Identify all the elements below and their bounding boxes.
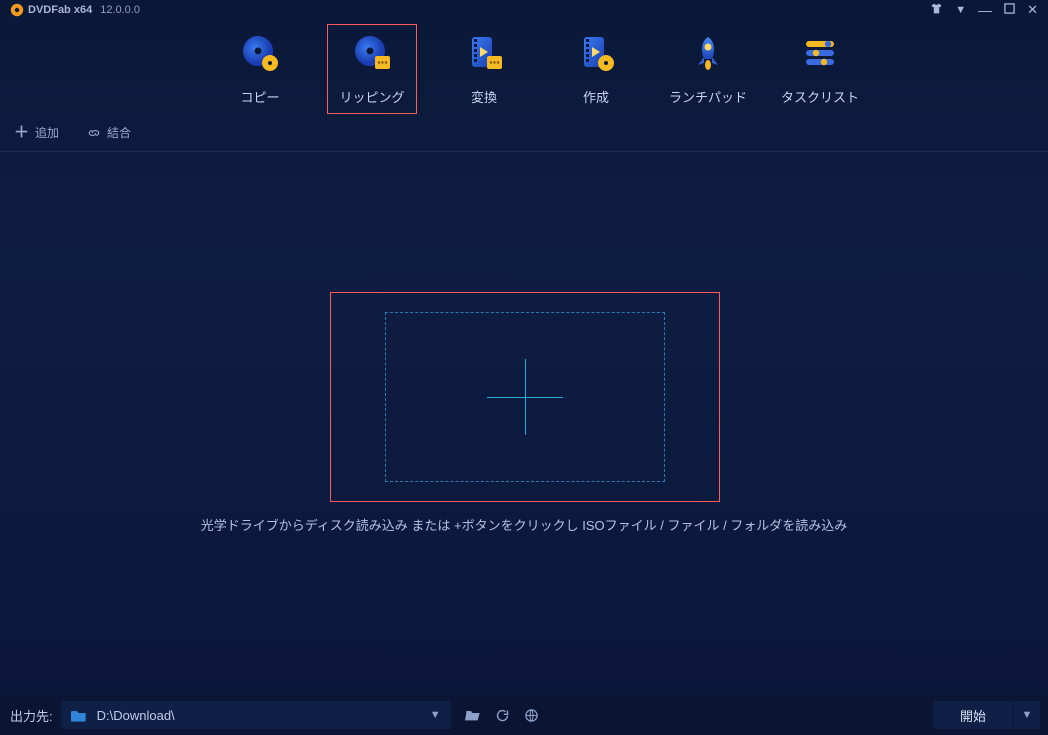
- tab-convert[interactable]: 変換: [439, 24, 529, 114]
- tab-label: コピー: [240, 87, 279, 106]
- refresh-icon[interactable]: [495, 708, 510, 723]
- open-folder-icon[interactable]: [465, 708, 481, 723]
- globe-icon[interactable]: [524, 708, 539, 723]
- dropdown-icon[interactable]: ▼: [955, 4, 966, 16]
- folder-icon: [71, 708, 87, 722]
- tab-launchpad[interactable]: ランチパッド: [663, 24, 753, 114]
- main-tabs: コピー リッピング: [0, 20, 1048, 114]
- minimize-icon[interactable]: —: [978, 2, 992, 18]
- output-label: 出力先:: [10, 706, 53, 725]
- tab-label: 作成: [583, 87, 609, 106]
- content-area: 光学ドライブからディスク読み込み または +ボタンをクリックし ISOファイル …: [0, 155, 1048, 695]
- plus-icon: ＋: [14, 125, 29, 140]
- film-convert-icon: [464, 33, 504, 73]
- start-label: 開始: [960, 706, 986, 725]
- tab-label: ランチパッド: [669, 87, 747, 106]
- tab-label: リッピング: [339, 87, 404, 106]
- plus-cross-icon: [525, 359, 526, 435]
- drop-zone[interactable]: [385, 312, 665, 482]
- output-extra-icons: [465, 708, 539, 723]
- tab-tasklist[interactable]: タスクリスト: [775, 24, 865, 114]
- tab-create[interactable]: 作成: [551, 24, 641, 114]
- sub-toolbar: ＋ 追加 結合: [0, 114, 1048, 152]
- tab-ripping[interactable]: リッピング: [327, 24, 417, 114]
- combine-label: 結合: [107, 124, 131, 141]
- dvdfab-logo-icon: [10, 3, 24, 17]
- add-button[interactable]: ＋ 追加: [14, 124, 59, 141]
- disc-ripping-icon: [352, 33, 392, 73]
- app-version: 12.0.0.0: [100, 4, 140, 16]
- close-icon[interactable]: ✕: [1027, 2, 1038, 18]
- rocket-icon: [688, 33, 728, 73]
- tab-copy[interactable]: コピー: [215, 24, 305, 114]
- drop-hint-text: 光学ドライブからディスク読み込み または +ボタンをクリックし ISOファイル …: [0, 515, 1048, 534]
- drop-highlight-box: [330, 292, 720, 502]
- app-logo: DVDFab x64 12.0.0.0: [10, 3, 140, 17]
- add-label: 追加: [35, 124, 59, 141]
- maximize-icon[interactable]: [1004, 3, 1015, 17]
- film-create-icon: [576, 33, 616, 73]
- start-dropdown[interactable]: ▼: [1014, 701, 1040, 729]
- tasklist-icon: [800, 33, 840, 73]
- start-button[interactable]: 開始: [933, 701, 1013, 729]
- output-path-text: D:\Download\: [97, 708, 175, 723]
- output-path-select[interactable]: D:\Download\ ▼: [61, 701, 451, 729]
- tab-label: 変換: [471, 87, 497, 106]
- window-controls: ▼ — ✕: [930, 2, 1038, 18]
- bottom-bar: 出力先: D:\Download\ ▼ 開始 ▼: [0, 695, 1048, 735]
- combine-button[interactable]: 結合: [87, 124, 131, 141]
- tab-label: タスクリスト: [781, 87, 859, 106]
- tshirt-icon[interactable]: [930, 2, 943, 18]
- chevron-down-icon: ▼: [430, 709, 441, 721]
- disc-copy-icon: [240, 33, 280, 73]
- titlebar: DVDFab x64 12.0.0.0 ▼ — ✕: [0, 0, 1048, 20]
- link-icon: [87, 126, 101, 140]
- app-name: DVDFab x64: [28, 4, 92, 16]
